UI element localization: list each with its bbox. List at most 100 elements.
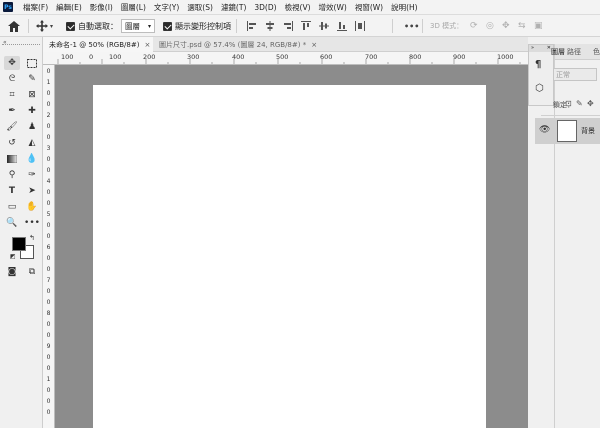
crop-tool-icon[interactable]: ⌗ [4,88,20,102]
zoom-tool-icon[interactable]: 🔍 [4,216,20,230]
3d-slide-icon[interactable]: ⇆ [518,15,526,37]
menu-window[interactable]: 視窗(W) [351,2,387,13]
menu-image[interactable]: 影像(I) [86,2,117,13]
auto-select-target-select[interactable]: 圖層 ▾ [121,19,155,33]
menu-file[interactable]: 檔案(F) [19,2,52,13]
show-transform-checkbox[interactable] [163,21,172,31]
brush-tool-icon[interactable]: 🖌 [4,120,20,134]
path-selection-tool-icon[interactable]: ➤ [24,184,40,198]
align-right-icon[interactable] [283,15,293,37]
align-middle-icon[interactable] [319,15,329,37]
ruler-tick-label: 0 [46,101,51,108]
menu-filter[interactable]: 濾鏡(T) [217,2,250,13]
vertical-ruler: 0 1 0 0 2 0 0 3 0 0 4 0 0 5 0 0 6 0 0 7 0 0 8 0 0 9 0 0 1 0 0 0 [43,65,55,428]
lock-brush-icon[interactable]: ✎ [576,99,583,108]
auto-select-label: 自動選取： [78,21,118,31]
align-bottom-icon[interactable] [337,15,347,37]
distribute-icon[interactable] [355,15,365,37]
paragraph-panel-icon[interactable]: ¶ [535,59,541,70]
3d-panel-icon[interactable]: ⬡ [535,83,544,94]
ruler-tick-label: 3 [46,145,51,152]
tab-image-size[interactable]: 圖片尺寸.psd @ 57.4% (圖層 24, RGB/8#) * × [153,37,333,52]
type-tool-icon[interactable]: T [4,184,20,198]
ruler-tick-label: 0 [46,332,51,339]
lasso-tool-icon[interactable]: ᘓ [4,72,20,86]
healing-brush-tool-icon[interactable]: ✚ [24,104,40,118]
ruler-tick-label: 0 [46,299,51,306]
eyedropper-tool-icon[interactable]: ✒ [4,104,20,118]
pen-tool-icon[interactable]: ✑ [24,168,40,182]
menu-help[interactable]: 說明(H) [387,2,422,13]
quick-mask-icon[interactable]: ◙ [4,265,20,279]
horizontal-ruler: 100 0 100 200 300 400 500 600 700 800 90… [43,52,528,65]
marquee-tool-icon[interactable] [24,56,40,70]
3d-pan-icon[interactable]: ✥ [502,15,510,37]
stamp-tool-icon[interactable]: ♟ [24,120,40,134]
chevron-down-icon[interactable]: ▾ [50,23,53,30]
menu-3d[interactable]: 3D(D) [250,3,280,12]
mode-3d-label: 3D 模式： [430,22,464,30]
canvas-area[interactable] [55,65,528,428]
auto-select-target-value: 圖層 [125,21,140,31]
tab-layers[interactable]: 圖層 [551,44,565,60]
lock-pixels-icon[interactable]: ⊡ [565,99,572,108]
chevron-down-icon: ▾ [147,22,151,30]
show-transform-label: 顯示變形控制項 [175,21,231,31]
close-icon[interactable]: × [144,41,150,49]
blend-mode-select[interactable]: 正常 [553,68,597,81]
eraser-tool-icon[interactable]: ◭ [24,136,40,150]
ruler-tick-label: 0 [46,134,51,141]
move-tool-icon[interactable]: ✥ [4,56,20,70]
hand-tool-icon[interactable]: ✋ [24,200,40,214]
menu-layer[interactable]: 圖層(L) [117,2,150,13]
menu-view[interactable]: 檢視(V) [281,2,315,13]
menu-plugins[interactable]: 增效(W) [315,2,351,13]
ruler-tick-label: 8 [46,310,51,317]
3d-orbit-icon[interactable]: ⟳ [470,15,478,37]
tab-untitled-1[interactable]: 未命名-1 @ 50% (RGB/8#) × [43,37,153,52]
align-left-icon[interactable] [247,15,257,37]
expand-panels-icon[interactable]: » [531,45,534,52]
ruler-tick-label: 1 [46,79,51,86]
frame-tool-icon[interactable]: ⊠ [24,88,40,102]
menu-edit[interactable]: 編輯(E) [52,2,86,13]
swap-colors-icon[interactable]: ↰ [29,234,35,242]
blur-tool-icon[interactable]: 💧 [24,152,40,166]
ruler-tick-label: 0 [46,156,51,163]
ruler-tick-label: 0 [46,68,51,75]
layer-name: 背景 [581,127,595,135]
gradient-tool-icon[interactable] [4,152,20,166]
ruler-tick-label: 0 [46,189,51,196]
blend-mode-value: 正常 [556,70,570,79]
ruler-tick-label: 4 [46,178,51,185]
tab-channels[interactable]: 色 [593,44,600,60]
align-top-icon[interactable] [301,15,311,37]
visibility-eye-icon[interactable]: 👁 [539,125,550,135]
ruler-tick-label: 0 [46,398,51,405]
history-brush-tool-icon[interactable]: ↺ [4,136,20,150]
document-canvas[interactable] [93,85,486,428]
ruler-tick-label: 0 [46,365,51,372]
3d-camera-icon[interactable]: ▣ [534,15,543,37]
auto-select-checkbox[interactable] [66,21,75,31]
quick-select-tool-icon[interactable]: ✎ [24,72,40,86]
ruler-tick-label: 1 [46,376,51,383]
ruler-tick-label: 0 [46,354,51,361]
tab-paths[interactable]: 路徑 [567,44,581,60]
menu-type[interactable]: 文字(Y) [150,2,183,13]
more-options-button[interactable]: ••• [404,15,419,37]
menu-select[interactable]: 選取(S) [183,2,217,13]
close-icon[interactable]: × [311,41,317,49]
foreground-color-swatch[interactable] [12,237,26,251]
screen-mode-icon[interactable]: ⧉ [24,265,40,279]
3d-roll-icon[interactable]: ◎ [486,15,494,37]
default-colors-icon[interactable]: ◩ [10,253,16,260]
home-icon[interactable] [8,15,20,37]
tab-label: 圖片尺寸.psd @ 57.4% (圖層 24, RGB/8#) * [159,40,307,49]
move-tool-icon[interactable]: ▾ [36,15,53,37]
lock-move-icon[interactable]: ✥ [587,99,594,108]
dodge-tool-icon[interactable]: ⚲ [4,168,20,182]
more-tools-icon[interactable]: ••• [24,216,40,230]
align-center-icon[interactable] [265,15,275,37]
rectangle-tool-icon[interactable]: ▭ [4,200,20,214]
